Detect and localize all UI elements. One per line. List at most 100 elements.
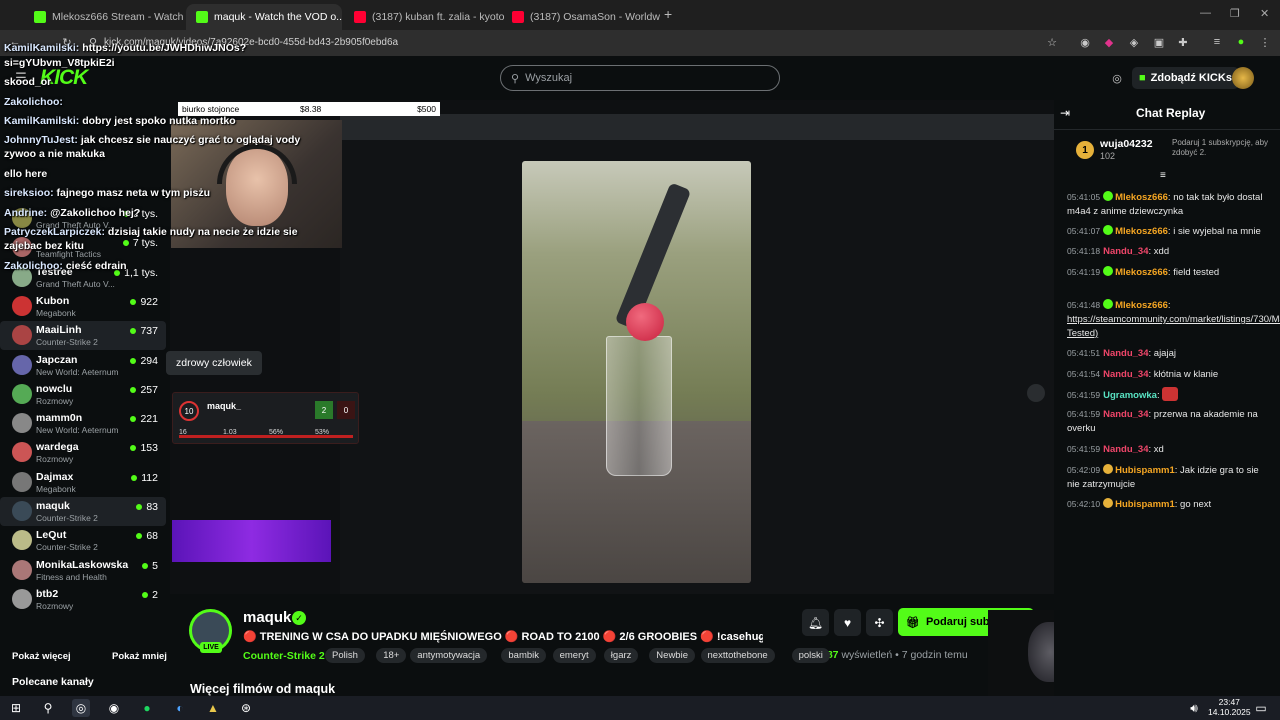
minimize-icon[interactable]: —: [1200, 7, 1211, 19]
spotify-icon[interactable]: ●: [138, 699, 156, 717]
expand-title-icon[interactable]: ⌄: [756, 630, 765, 643]
sidebar-channel[interactable]: Japczan New World: Aeternum 294: [0, 351, 166, 380]
donation-current: $8.38: [300, 104, 322, 114]
show-more-button[interactable]: Pokaż więcej: [12, 651, 71, 662]
chat-username[interactable]: Nandu_34: [1103, 246, 1148, 257]
sidebar-channel[interactable]: MaaiLinh Counter-Strike 2 737: [0, 321, 166, 351]
discord-icon[interactable]: ◉: [105, 699, 123, 717]
channel-avatar: [12, 383, 32, 404]
chat-username[interactable]: Hubispamm1: [1115, 465, 1175, 476]
windows-start-icon[interactable]: ⊞: [7, 699, 25, 717]
maximize-icon[interactable]: ❐: [1230, 7, 1240, 20]
extension-icon[interactable]: ◆: [1102, 35, 1116, 49]
extensions-puzzle-icon[interactable]: ✚: [1176, 35, 1190, 49]
profile-icon[interactable]: ●: [1234, 35, 1248, 49]
show-less-button[interactable]: Pokaż mniej: [112, 651, 167, 662]
chat-link[interactable]: https://steamcommunity.com/market/listin…: [1067, 314, 1280, 339]
viewer-count-value: 257: [140, 383, 158, 396]
browser-menu-icon[interactable]: ⋮: [1258, 35, 1272, 49]
new-tab-icon[interactable]: +: [664, 6, 672, 22]
kick-coin-icon: ■: [1139, 72, 1146, 84]
tag[interactable]: nexttothebone: [700, 648, 775, 663]
reading-list-icon[interactable]: ≡: [1210, 35, 1224, 49]
sidebar-channel[interactable]: MonikaLaskowska Fitness and Health 5: [0, 556, 166, 585]
chat-username[interactable]: Hubispamm1: [1115, 499, 1175, 510]
gift-leaderboard[interactable]: 1 wuja04232 102 Podaruj 1 subskrypcję, a…: [1074, 137, 1270, 165]
sidebar-channel[interactable]: nowclu Rozmowy 257: [0, 380, 166, 409]
follow-heart-button[interactable]: ♥: [834, 609, 861, 636]
tab-title: maquk - Watch the VOD o...: [214, 11, 342, 23]
emote-icon: [1162, 387, 1179, 401]
system-clock[interactable]: 23:47 14.10.2025: [1208, 697, 1251, 717]
chat-message: 05:41:18 Nandu_34: xdd: [1067, 246, 1170, 257]
viewer-count: 221: [130, 413, 158, 425]
sidebar-channel[interactable]: Dajmax Megabonk 112: [0, 468, 166, 497]
close-window-icon[interactable]: ✕: [1260, 7, 1269, 20]
chat-username[interactable]: Nandu_34: [1103, 348, 1148, 359]
tag[interactable]: 18+: [376, 648, 407, 663]
overlay-chat-line: zajebac bez kitu: [4, 240, 84, 252]
chat-text: i sie wyjebal na mnie: [1173, 226, 1261, 237]
sidebar-channel[interactable]: LeQut Counter-Strike 2 68: [0, 526, 166, 555]
pinned-toggle-icon[interactable]: ≡: [1160, 170, 1166, 181]
volume-icon[interactable]: 🔊︎: [1185, 699, 1203, 717]
sidebar-channel[interactable]: btb2 Rozmowy 2: [0, 585, 166, 614]
notification-bell-button[interactable]: 🔔︎: [802, 609, 829, 636]
viewer-count-value: 68: [146, 530, 158, 543]
chat-username[interactable]: Nandu_34: [1103, 369, 1148, 380]
category-link[interactable]: Counter-Strike 2: [243, 650, 325, 662]
user-avatar[interactable]: [1232, 67, 1254, 89]
browser-tab[interactable]: (3187) OsamaSon - Worldwide ✕: [502, 4, 660, 30]
faceit-player-name: maquk_: [207, 401, 242, 411]
tag[interactable]: Polish: [325, 648, 365, 663]
chat-username[interactable]: Nandu_34: [1103, 444, 1148, 455]
extension-icon[interactable]: ◈: [1127, 35, 1141, 49]
overlay-chat-line: Andrine: @Zakolichoo hej?: [4, 207, 140, 219]
bookmark-star-icon[interactable]: ☆: [1045, 35, 1059, 49]
tag[interactable]: bambik: [501, 648, 547, 663]
channel-name[interactable]: maquk: [243, 609, 291, 626]
search-input[interactable]: ⚲ Wyszukaj: [500, 65, 780, 91]
extension-icon[interactable]: ◉: [1078, 35, 1092, 49]
windows-taskbar: [0, 696, 1280, 720]
tag[interactable]: polski: [791, 648, 830, 663]
browser-tab-active[interactable]: maquk - Watch the VOD o... ✕: [186, 4, 342, 30]
league-icon[interactable]: ▲: [204, 699, 222, 717]
notifications-icon[interactable]: ◎: [1110, 71, 1124, 85]
sidebar-channel[interactable]: maquk Counter-Strike 2 83: [0, 497, 166, 526]
viewer-count-value: 1,1 tys.: [124, 266, 158, 279]
sidebar-channel[interactable]: Kubon Megabonk 922: [0, 292, 166, 321]
notification-center-icon[interactable]: ▭: [1252, 699, 1270, 717]
chat-username[interactable]: Mlekosz666: [1115, 192, 1168, 203]
chat-timestamp: 05:42:09: [1067, 465, 1101, 475]
browser-tab[interactable]: Mlekosz666 Stream - Watch Li... ✕: [24, 4, 184, 30]
chat-username[interactable]: Mlekosz666: [1115, 226, 1168, 237]
overlay-chat-line: KamilKamilski: dobry jest spoko nutka mo…: [4, 115, 236, 127]
browser-tab[interactable]: (3187) kuban ft. zalia - kyoto (p... ✕: [344, 4, 508, 30]
chat-username[interactable]: Mlekosz666: [1115, 300, 1168, 311]
chrome-icon[interactable]: ◎: [72, 699, 90, 717]
chat-username[interactable]: Ugramowka: [1103, 390, 1157, 401]
extension-icon[interactable]: ▣: [1152, 35, 1166, 49]
tag[interactable]: Newbie: [649, 648, 695, 663]
sidebar-channel[interactable]: wardega Rozmowy 153: [0, 438, 166, 467]
chat-username[interactable]: Nandu_34: [1103, 409, 1148, 420]
chat-message: 05:41:48 Mlekosz666: https://steamcommuni…: [1067, 298, 1280, 341]
tag[interactable]: emeryt: [552, 648, 596, 663]
clip-button[interactable]: ✣: [866, 609, 893, 636]
scroll-handle[interactable]: [1027, 384, 1045, 402]
chat-timestamp: 05:41:19: [1067, 267, 1101, 277]
channel-game: Fitness and Health: [36, 571, 107, 582]
chat-username[interactable]: Mlekosz666: [1115, 267, 1168, 278]
collapse-chat-icon[interactable]: ⇥: [1060, 106, 1070, 120]
overlay-chat-line: ello here: [4, 168, 47, 180]
taskbar-search-icon[interactable]: ⚲: [39, 699, 57, 717]
tag[interactable]: łgarz: [603, 648, 639, 663]
donation-goal-amount: $500: [417, 104, 436, 114]
channel-game: New World: Aeternum: [36, 366, 119, 377]
sidebar-channel[interactable]: mamm0n New World: Aeternum 221: [0, 409, 166, 438]
steam-icon[interactable]: ⊛: [237, 699, 255, 717]
app-icon[interactable]: ◐: [171, 699, 189, 717]
tag[interactable]: antymotywacja: [410, 648, 488, 663]
get-kicks-button[interactable]: ■ Zdobądź KICKs: [1132, 67, 1239, 89]
